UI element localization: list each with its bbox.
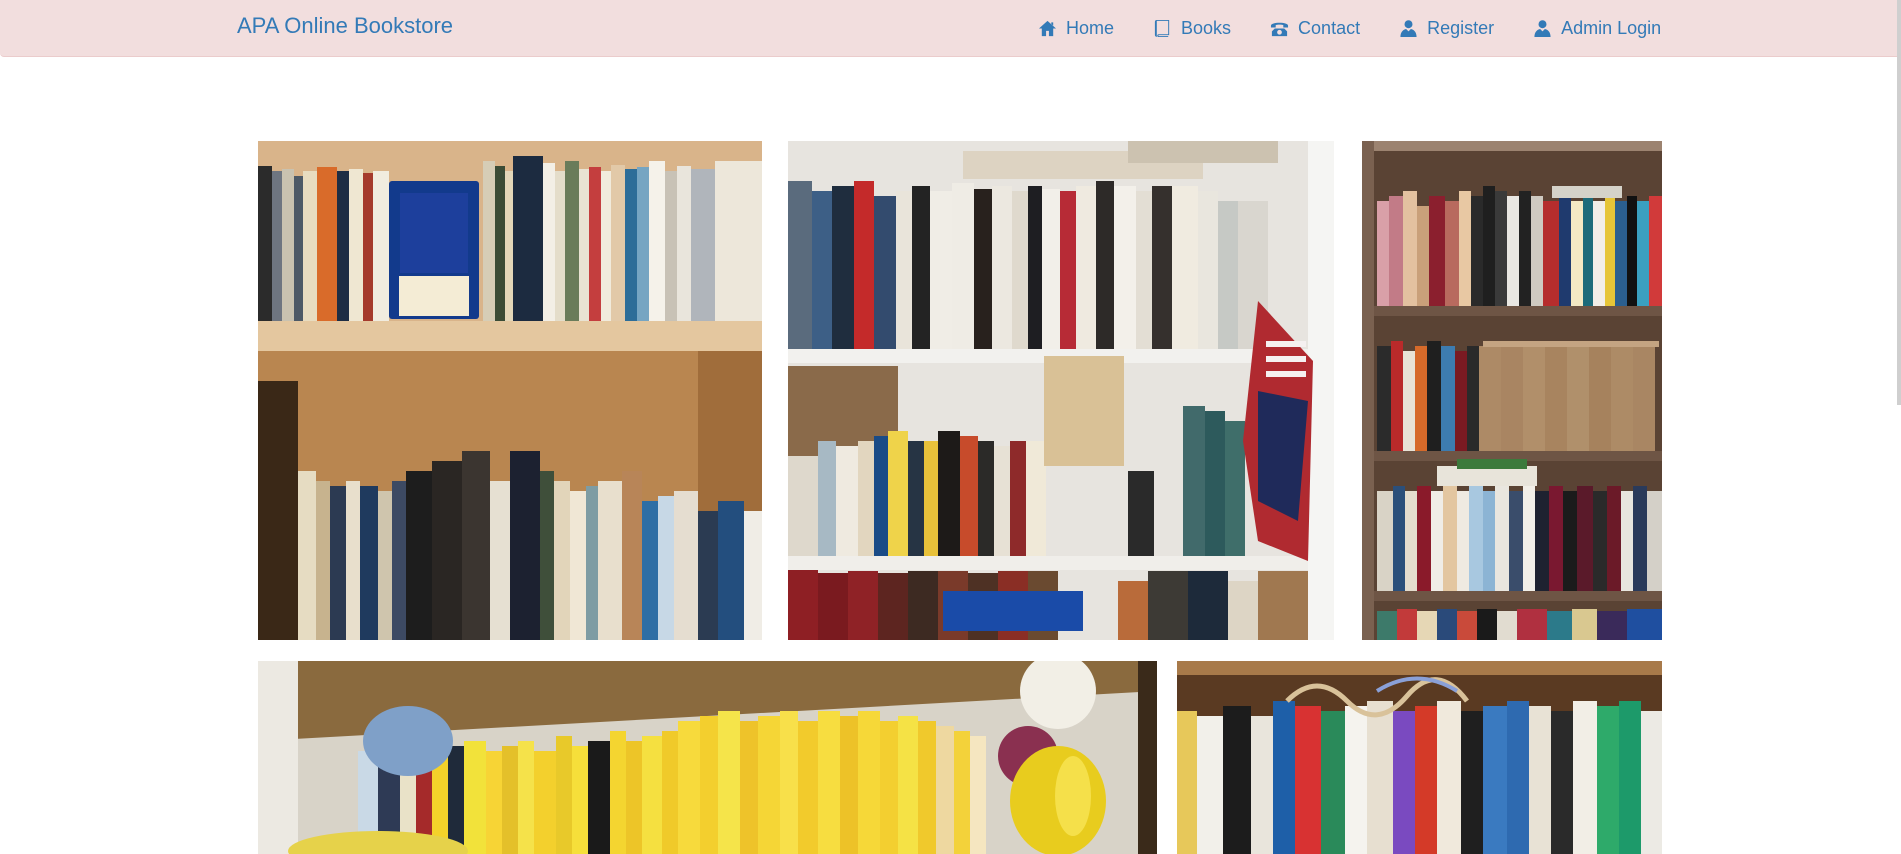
home-icon <box>1038 19 1057 38</box>
nav-menu: Home Books Contact Register Admin Login <box>1038 0 1661 57</box>
nav-contact-link[interactable]: Contact <box>1270 18 1360 39</box>
nav-register-label: Register <box>1427 18 1495 38</box>
top-navbar: APA Online Bookstore Home Books Contact … <box>0 0 1901 57</box>
nav-home-link[interactable]: Home <box>1038 18 1114 39</box>
nav-books-link[interactable]: Books <box>1153 18 1231 39</box>
phone-icon <box>1270 19 1289 38</box>
user-icon <box>1533 19 1552 38</box>
nav-books-label: Books <box>1181 18 1232 38</box>
brand-link[interactable]: APA Online Bookstore <box>237 13 453 39</box>
nav-contact-label: Contact <box>1298 18 1361 38</box>
book-icon <box>1153 19 1172 38</box>
nav-register-link[interactable]: Register <box>1399 18 1494 39</box>
bookshelf-photo-2 <box>788 141 1334 640</box>
bookshelf-photo-4 <box>258 661 1157 854</box>
user-icon <box>1399 19 1418 38</box>
bookshelf-photo-1 <box>258 141 762 640</box>
nav-admin-login-link[interactable]: Admin Login <box>1533 18 1661 39</box>
bookshelf-photo-3 <box>1362 141 1662 640</box>
bookshelf-photo-5 <box>1177 661 1662 854</box>
nav-home-label: Home <box>1066 18 1115 38</box>
scrollbar-thumb[interactable] <box>1897 0 1901 405</box>
nav-admin-login-label: Admin Login <box>1561 18 1662 38</box>
